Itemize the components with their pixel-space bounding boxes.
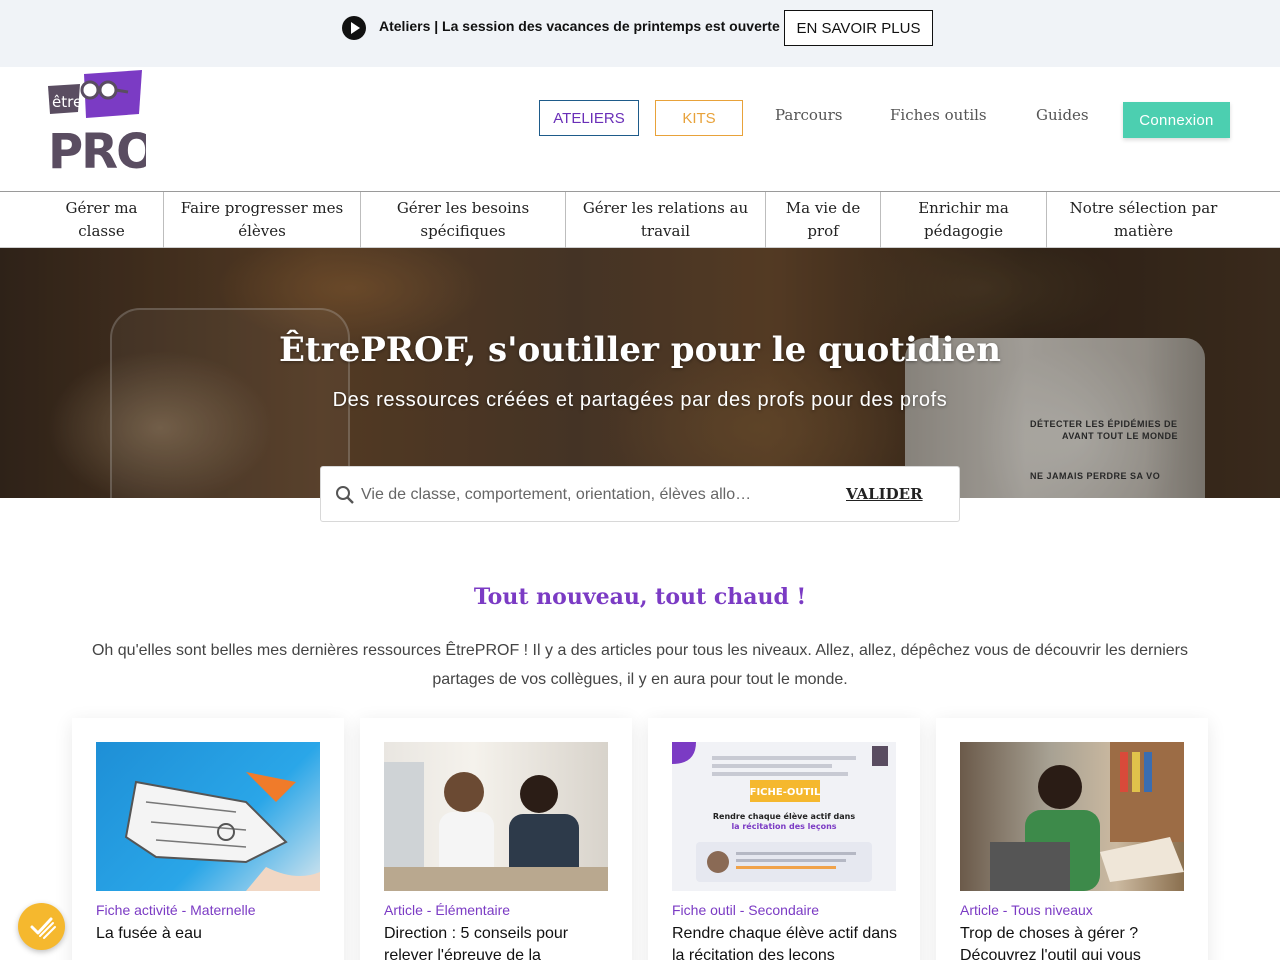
nav-fiches-outils-link[interactable]: Fiches outils: [890, 106, 987, 124]
fiche-outil-heading-1: Rendre chaque élève actif dans: [713, 811, 855, 821]
resource-card[interactable]: Article - Tous niveaux Trop de choses à …: [936, 718, 1208, 960]
section-title: Tout nouveau, tout chaud !: [473, 584, 807, 610]
card-meta: Fiche activité - Maternelle: [96, 902, 256, 918]
logo-prof-text: PROF: [48, 124, 146, 174]
card-title[interactable]: La fusée à eau: [96, 923, 326, 945]
search-submit-button[interactable]: VALIDER: [846, 485, 923, 503]
search-input[interactable]: [361, 481, 761, 509]
fiche-outil-heading-2: la récitation des leçons: [731, 821, 836, 831]
resource-card[interactable]: FICHE-OUTIL Rendre chaque élève actif da…: [648, 718, 920, 960]
card-image-woman-desk: [960, 742, 1184, 891]
card-title[interactable]: Direction : 5 conseils pour relever l'ép…: [384, 923, 614, 960]
section-intro: Oh qu'elles sont belles mes dernières re…: [91, 642, 1189, 688]
nav-parcours-link[interactable]: Parcours: [775, 106, 843, 124]
logo-etre-text: être: [52, 93, 82, 111]
resource-card[interactable]: Fiche activité - Maternelle La fusée à e…: [72, 718, 344, 960]
nav-ateliers-button[interactable]: ATELIERS: [539, 100, 639, 136]
category-relations-travail[interactable]: Gérer les relations au travail: [566, 192, 766, 248]
category-besoins-specifiques[interactable]: Gérer les besoins spécifiques: [361, 192, 566, 248]
card-image-fiche-outil: FICHE-OUTIL Rendre chaque élève actif da…: [672, 742, 896, 891]
connexion-button[interactable]: Connexion: [1123, 102, 1230, 138]
checkmark-icon: [30, 917, 56, 939]
hero-title: ÊtrePROF, s'outiller pour le quotidien: [279, 330, 1001, 370]
resource-card[interactable]: Article - Élémentaire Direction : 5 cons…: [360, 718, 632, 960]
card-meta: Fiche outil - Secondaire: [672, 902, 820, 918]
card-meta: Article - Élémentaire: [384, 902, 511, 918]
category-gerer-ma-classe[interactable]: Gérer ma classe: [40, 192, 164, 248]
card-title[interactable]: Rendre chaque élève actif dans la récita…: [672, 923, 902, 960]
search-icon: [336, 486, 354, 504]
card-meta: Article - Tous niveaux: [960, 902, 1093, 918]
nav-kits-button[interactable]: KITS: [655, 100, 743, 136]
card-image-two-women: [384, 742, 608, 891]
category-selection-matiere[interactable]: Notre sélection par matière: [1047, 192, 1240, 248]
hero-subtitle: Des ressources créées et partagées par d…: [332, 389, 948, 411]
hero-banner: DÉTECTER LES ÉPIDÉMIES DE AVANT TOUT LE …: [0, 248, 1280, 498]
category-menu: Gérer ma classe Faire progresser mes élève…: [0, 191, 1280, 248]
etreprof-logo[interactable]: être PROF: [46, 70, 188, 180]
fiche-outil-badge-text: FICHE-OUTIL: [750, 787, 821, 798]
category-enrichir-pedagogie[interactable]: Enrichir ma pédagogie: [881, 192, 1047, 248]
cookie-consent-button[interactable]: [18, 903, 65, 950]
announcement-bar: Ateliers | La session des vacances de pr…: [0, 0, 1280, 67]
search-box: VALIDER: [320, 466, 960, 522]
announcement-message: Ateliers | La session des vacances de pr…: [379, 18, 789, 34]
category-vie-de-prof[interactable]: Ma vie de prof: [766, 192, 881, 248]
play-icon[interactable]: [342, 16, 366, 40]
learn-more-button[interactable]: EN SAVOIR PLUS: [784, 10, 933, 46]
category-faire-progresser[interactable]: Faire progresser mes élèves: [164, 192, 361, 248]
card-image-rocket: [96, 742, 320, 891]
card-title[interactable]: Trop de choses à gérer ? Découvrez l'out…: [960, 923, 1190, 960]
nav-guides-link[interactable]: Guides: [1036, 106, 1089, 124]
